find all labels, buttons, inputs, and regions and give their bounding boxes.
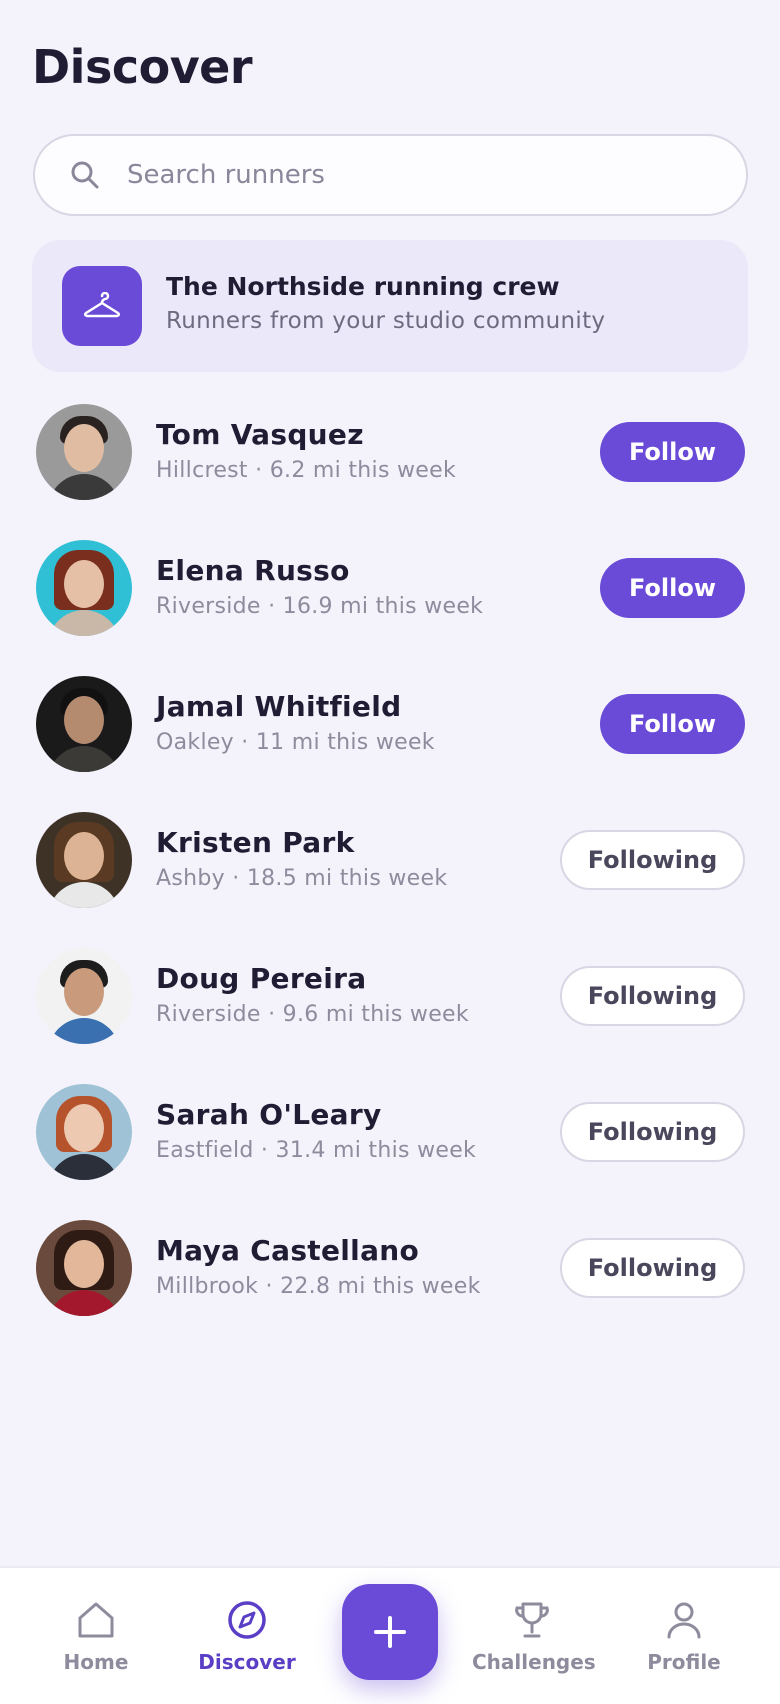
following-button[interactable]: Following <box>560 830 745 890</box>
runner-row[interactable]: Jamal Whitfield Oakley · 11 mi this week… <box>0 676 780 776</box>
runner-row[interactable]: Kristen Park Ashby · 18.5 mi this week F… <box>0 812 780 912</box>
runner-row[interactable]: Sarah O'Leary Eastfield · 31.4 mi this w… <box>0 1084 780 1184</box>
runner-name: Maya Castellano <box>156 1234 420 1267</box>
runner-name: Sarah O'Leary <box>156 1098 382 1131</box>
search-input[interactable]: Search runners <box>33 134 748 216</box>
hanger-icon <box>62 266 142 346</box>
tab-profile[interactable]: Profile <box>624 1598 744 1674</box>
runner-meta: Millbrook · 22.8 mi this week <box>156 1274 481 1299</box>
discover-screen: Discover Search runners The Northside ru… <box>0 0 780 1704</box>
avatar <box>36 1084 132 1180</box>
following-button[interactable]: Following <box>560 1238 745 1298</box>
avatar <box>36 404 132 500</box>
crew-subtitle: Runners from your studio community <box>166 308 606 334</box>
runner-row[interactable]: Tom Vasquez Hillcrest · 6.2 mi this week… <box>0 404 780 504</box>
home-icon <box>78 1602 114 1638</box>
tab-challenges[interactable]: Challenges <box>472 1598 596 1674</box>
runner-row[interactable]: Doug Pereira Riverside · 9.6 mi this wee… <box>0 948 780 1048</box>
runner-meta: Riverside · 9.6 mi this week <box>156 1002 469 1027</box>
runner-name: Jamal Whitfield <box>156 690 402 723</box>
add-activity-button[interactable] <box>342 1584 438 1680</box>
avatar <box>36 1220 132 1316</box>
tab-home-label: Home <box>63 1650 129 1674</box>
follow-button[interactable]: Follow <box>600 694 745 754</box>
avatar <box>36 676 132 772</box>
runner-meta: Oakley · 11 mi this week <box>156 730 435 755</box>
runner-name: Doug Pereira <box>156 962 367 995</box>
runner-name: Kristen Park <box>156 826 355 859</box>
runner-name: Tom Vasquez <box>156 418 364 451</box>
plus-icon <box>374 1616 406 1648</box>
tab-discover[interactable]: Discover <box>187 1598 307 1674</box>
search-icon <box>71 161 99 189</box>
tab-profile-label: Profile <box>647 1650 721 1674</box>
follow-button[interactable]: Follow <box>600 558 745 618</box>
following-button[interactable]: Following <box>560 966 745 1026</box>
follow-button[interactable]: Follow <box>600 422 745 482</box>
page-title: Discover <box>32 40 253 94</box>
runner-meta: Hillcrest · 6.2 mi this week <box>156 458 456 483</box>
following-button[interactable]: Following <box>560 1102 745 1162</box>
crew-banner[interactable]: The Northside running crew Runners from … <box>32 240 748 372</box>
avatar <box>36 540 132 636</box>
runner-name: Elena Russo <box>156 554 350 587</box>
trophy-icon <box>515 1602 549 1638</box>
runner-meta: Eastfield · 31.4 mi this week <box>156 1138 477 1163</box>
tab-home[interactable]: Home <box>36 1598 156 1674</box>
compass-icon <box>228 1601 266 1639</box>
runner-meta: Riverside · 16.9 mi this week <box>156 594 484 619</box>
runner-meta: Ashby · 18.5 mi this week <box>156 866 448 891</box>
search-placeholder: Search runners <box>127 160 325 190</box>
tab-discover-label: Discover <box>198 1650 296 1674</box>
runner-row[interactable]: Maya Castellano Millbrook · 22.8 mi this… <box>0 1220 780 1320</box>
avatar <box>36 948 132 1044</box>
crew-title: The Northside running crew <box>166 272 560 301</box>
person-icon <box>667 1602 701 1639</box>
runner-row[interactable]: Elena Russo Riverside · 16.9 mi this wee… <box>0 540 780 640</box>
tab-challenges-label: Challenges <box>472 1650 596 1674</box>
avatar <box>36 812 132 908</box>
